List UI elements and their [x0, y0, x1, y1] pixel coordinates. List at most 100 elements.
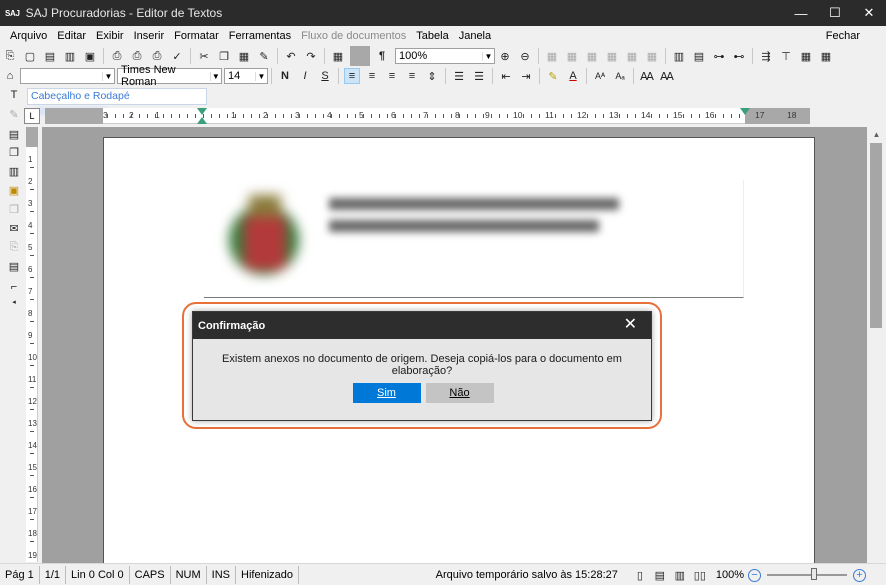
dialog-close-icon[interactable]: ✕ — [624, 317, 637, 333]
zoom-out-button[interactable]: − — [748, 568, 761, 582]
print-setup-icon[interactable]: ⎙ — [149, 48, 165, 64]
chevron-down-icon: ▼ — [209, 71, 221, 81]
menu-tabela[interactable]: Tabela — [416, 30, 448, 42]
menu-formatar[interactable]: Formatar — [174, 30, 219, 42]
subscript-icon[interactable]: Aₐ — [612, 68, 628, 84]
web-view-icon[interactable]: ▤ — [652, 567, 668, 583]
vertical-scrollbar[interactable]: ▲ — [867, 127, 886, 563]
decrease-indent-icon[interactable]: ⇤ — [498, 68, 514, 84]
align-left-icon[interactable]: ≡ — [344, 68, 360, 84]
table-icon[interactable]: ▦ — [330, 48, 346, 64]
no-button[interactable]: Não — [425, 383, 494, 403]
redo-icon[interactable]: ↷ — [303, 48, 319, 64]
page-header[interactable] — [204, 180, 744, 298]
bold-button[interactable]: N — [277, 68, 293, 84]
first-line-indent-marker[interactable] — [197, 108, 207, 115]
increase-indent-icon[interactable]: ⇥ — [518, 68, 534, 84]
align-right-icon[interactable]: ≡ — [384, 68, 400, 84]
chevron-left-icon[interactable]: ◂ — [6, 294, 22, 310]
flow-icon[interactable]: ⇶ — [758, 48, 774, 64]
tab-stop-selector[interactable]: L — [24, 108, 40, 124]
menu-inserir[interactable]: Inserir — [134, 30, 165, 42]
menu-exibir[interactable]: Exibir — [96, 30, 124, 42]
menu-fechar[interactable]: Fechar — [826, 30, 860, 42]
font-combo[interactable]: Times New Roman ▼ — [117, 64, 222, 88]
new-document-icon[interactable]: ⎘ — [2, 48, 18, 64]
vertical-ruler[interactable]: 1 2 3 4 5 6 7 8 9 10 11 12 13 14 15 16 17 18 19 — [26, 127, 38, 564]
save-icon[interactable]: ▣ — [82, 48, 98, 64]
text-tool-icon[interactable]: T — [6, 87, 22, 103]
justify-icon[interactable]: ≡ — [404, 68, 420, 84]
close-window-button[interactable]: ✕ — [852, 0, 886, 26]
window-title: SAJ Procuradorias - Editor de Textos — [25, 6, 223, 20]
header-icon[interactable]: ▤ — [6, 126, 22, 142]
align-center-icon[interactable]: ≡ — [364, 68, 380, 84]
dialog-buttons: Sim Não — [193, 383, 653, 403]
highlight-icon[interactable]: ✎ — [545, 68, 561, 84]
menu-ferramentas[interactable]: Ferramentas — [229, 30, 291, 42]
header-footer-tab[interactable]: Cabeçalho e Rodapé — [27, 88, 207, 116]
italic-button[interactable]: I — [297, 68, 313, 84]
print-preview-icon[interactable]: ⎙ — [129, 48, 145, 64]
bullet-list-icon[interactable]: ☰ — [451, 68, 467, 84]
preview-icon[interactable]: ▥ — [62, 48, 78, 64]
draft-view-icon[interactable]: ▥ — [672, 567, 688, 583]
cut-icon[interactable]: ✂ — [196, 48, 212, 64]
style-icon[interactable]: ⌂ — [2, 68, 18, 84]
zoom-slider-knob[interactable] — [811, 568, 817, 580]
menu-editar[interactable]: Editar — [57, 30, 86, 42]
text-effects-icon[interactable]: Ꜳ — [659, 68, 675, 84]
yes-button[interactable]: Sim — [352, 383, 421, 403]
copy-icon[interactable]: ❐ — [216, 48, 232, 64]
numbered-list-icon[interactable]: ☰ — [471, 68, 487, 84]
columns-icon[interactable]: ▥ — [671, 48, 687, 64]
ruler-tick — [251, 114, 252, 118]
scroll-up-arrow[interactable]: ▲ — [867, 127, 886, 143]
format-painter-icon[interactable]: ✎ — [256, 48, 272, 64]
zoom-slider[interactable] — [767, 568, 847, 580]
page-break-icon[interactable]: ▤ — [691, 48, 707, 64]
blank-page-icon[interactable]: ▢ — [22, 48, 38, 64]
minimize-button[interactable]: — — [784, 0, 818, 26]
left-indent-marker[interactable] — [197, 117, 207, 124]
zoom-in-button[interactable]: + — [853, 568, 866, 582]
highlight-doc-icon[interactable]: ▣ — [6, 182, 22, 198]
maximize-button[interactable]: ☐ — [818, 0, 852, 26]
list-doc-icon[interactable]: ▥ — [6, 163, 22, 179]
book-view-icon[interactable]: ▯▯ — [692, 567, 708, 583]
change-case-icon[interactable]: Ꜳ — [639, 68, 655, 84]
spellcheck-icon[interactable]: ✓ — [169, 48, 185, 64]
ruler-tick — [163, 114, 164, 118]
menu-janela[interactable]: Janela — [459, 30, 491, 42]
font-size-combo[interactable]: 14 ▼ — [224, 68, 268, 84]
zoom-combo[interactable]: 100% ▼ — [395, 48, 495, 64]
paste-icon[interactable]: ▦ — [236, 48, 252, 64]
underline-button[interactable]: S — [317, 68, 333, 84]
copy-doc-icon[interactable]: ❐ — [6, 144, 22, 160]
superscript-icon[interactable]: Aᴬ — [592, 68, 608, 84]
paint-brush-icon[interactable]: ⌐ — [6, 279, 22, 295]
page-view-icon[interactable]: ▯ — [632, 567, 648, 583]
line-spacing-icon[interactable]: ⇕ — [424, 68, 440, 84]
undo-icon[interactable]: ↶ — [283, 48, 299, 64]
grid-icon[interactable]: ▦ — [798, 48, 814, 64]
open-icon[interactable]: ▤ — [42, 48, 58, 64]
menu-arquivo[interactable]: Arquivo — [10, 30, 47, 42]
right-indent-marker[interactable] — [740, 108, 750, 115]
horizontal-ruler[interactable]: 3 2 1 1 2 3 4 5 6 7 8 9 10 11 12 13 14 1… — [45, 108, 810, 124]
print-icon[interactable]: ⎙ — [109, 48, 125, 64]
ruler-tick — [379, 114, 380, 118]
fields-icon[interactable]: ⊷ — [731, 48, 747, 64]
tree-icon[interactable]: ⊶ — [711, 48, 727, 64]
pressed-button-icon[interactable] — [350, 46, 370, 66]
zoom-out-icon[interactable]: ⊖ — [517, 48, 533, 64]
zoom-in-icon[interactable]: ⊕ — [497, 48, 513, 64]
font-color-icon[interactable]: A — [565, 68, 581, 84]
pages-icon[interactable]: ▤ — [6, 258, 22, 274]
pilcrow-icon[interactable]: ¶ — [374, 48, 390, 64]
grid-options-icon[interactable]: ▦ — [818, 48, 834, 64]
scroll-thumb[interactable] — [870, 143, 882, 328]
style-combo[interactable]: ▼ — [20, 68, 115, 84]
comment-icon[interactable]: ✉ — [6, 220, 22, 236]
filter-icon[interactable]: ⊤ — [778, 48, 794, 64]
